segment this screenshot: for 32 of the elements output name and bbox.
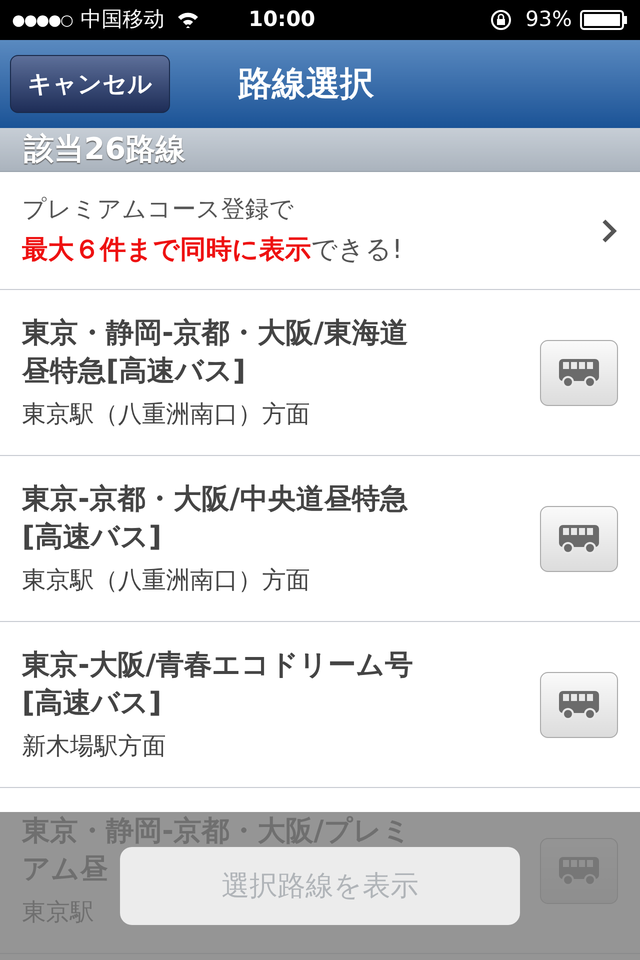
battery-icon <box>580 9 628 31</box>
bus-icon <box>557 356 601 388</box>
route-direction: 新木場駅方面 <box>22 730 166 762</box>
clock-time: 10:00 <box>248 6 316 34</box>
cancel-button[interactable]: キャンセル <box>10 55 170 113</box>
route-name: 東京-京都・大阪/中央道昼特急 <box>22 480 408 516</box>
carrier-name: 中国移动 <box>80 6 164 34</box>
screen-title: 路線選択 <box>238 62 374 106</box>
route-direction: 東京駅（八重洲南口）方面 <box>22 398 310 430</box>
battery-percent: 93% <box>525 6 572 34</box>
wifi-icon <box>176 11 200 29</box>
route-direction: 東京駅（八重洲南口）方面 <box>22 564 310 596</box>
bus-icon <box>557 688 601 720</box>
premium-promo-row[interactable]: プレミアムコース登録で 最大６件まで同時に表示できる! <box>0 172 640 290</box>
route-name: [高速バス] <box>22 684 162 720</box>
route-name: 東京-大阪/青春エコドリーム号 <box>22 646 413 682</box>
bus-icon <box>557 522 601 554</box>
route-name: [高速バス] <box>22 518 162 554</box>
chevron-right-icon <box>600 218 618 244</box>
route-row[interactable]: 東京・静岡-京都・大阪/東海道 昼特急[高速バス] 東京駅（八重洲南口）方面 <box>0 290 640 456</box>
bus-button[interactable] <box>540 506 618 572</box>
section-header-text: 該当26路線 <box>24 131 186 169</box>
bus-button[interactable] <box>540 672 618 738</box>
route-row[interactable]: 東京-大阪/青春エコドリーム号 [高速バス] 新木場駅方面 <box>0 622 640 788</box>
bus-button[interactable] <box>540 340 618 406</box>
route-row[interactable]: 東京-京都・大阪/中央道昼特急 [高速バス] 東京駅（八重洲南口）方面 <box>0 456 640 622</box>
promo-text: プレミアムコース登録で <box>22 194 295 225</box>
rotation-lock-icon <box>489 8 514 32</box>
signal-strength: ●●●●○ <box>12 10 72 31</box>
route-name: 昼特急[高速バス] <box>22 352 246 388</box>
promo-highlight-text: 最大６件まで同時に表示できる! <box>22 234 404 267</box>
route-name: 東京・静岡-京都・大阪/東海道 <box>22 314 408 350</box>
